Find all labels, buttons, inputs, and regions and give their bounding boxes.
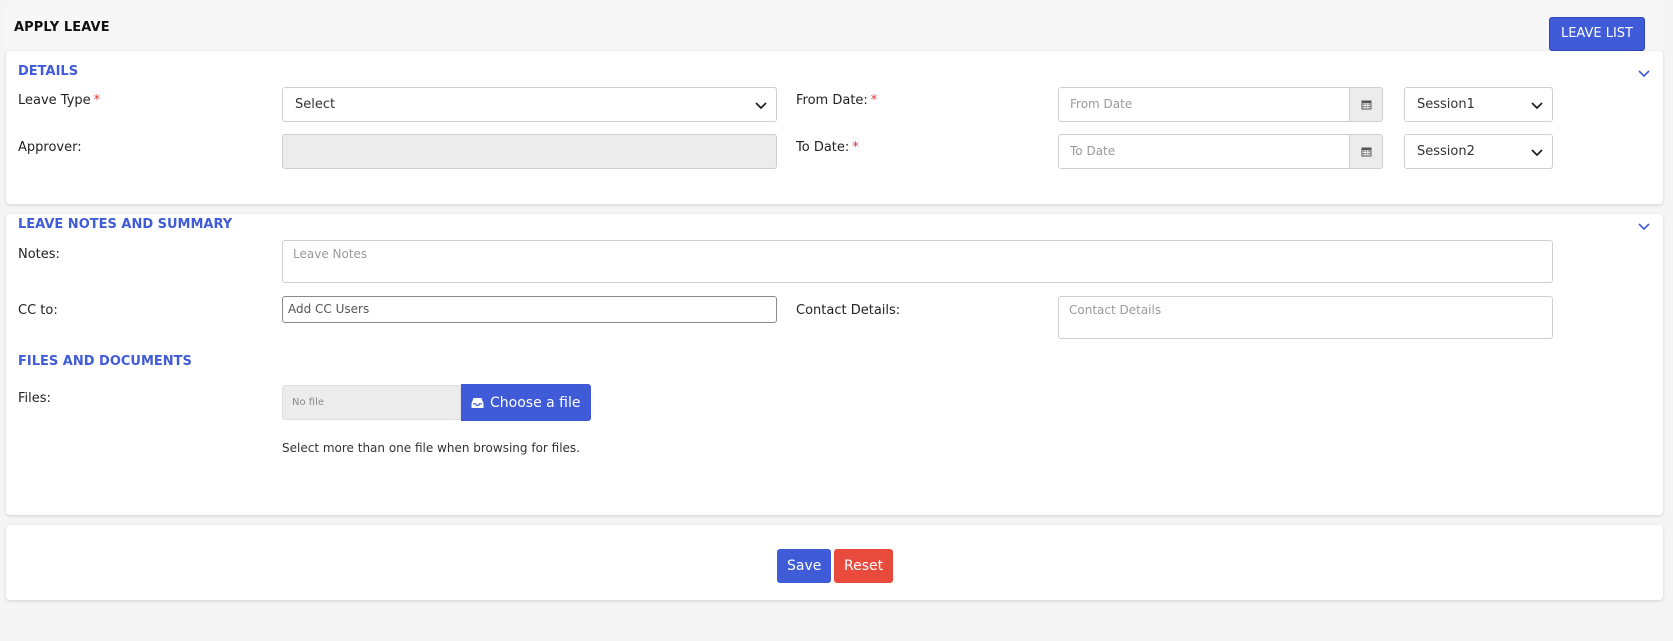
- reset-button[interactable]: Reset: [834, 549, 894, 583]
- leave-list-button[interactable]: LEAVE LIST: [1548, 17, 1645, 51]
- notes-section-title: LEAVE NOTES AND SUMMARY: [18, 217, 233, 232]
- actions-card: Save Reset: [6, 525, 1663, 600]
- to-date-calendar-button[interactable]: [1350, 134, 1383, 169]
- chevron-down-icon[interactable]: [1637, 219, 1651, 233]
- from-date-input[interactable]: From Date: [1058, 87, 1350, 122]
- approver-field: [282, 134, 777, 169]
- page: APPLY LEAVE LEAVE LIST DETAILS Leave Typ…: [0, 0, 1673, 641]
- from-session-value: Session1: [1417, 97, 1475, 112]
- from-date-calendar-button[interactable]: [1350, 87, 1383, 122]
- contact-details-textarea[interactable]: Contact Details: [1058, 296, 1553, 339]
- leave-type-value: Select: [295, 97, 336, 112]
- cc-users-input[interactable]: Add CC Users: [282, 296, 777, 323]
- file-name-field: No file: [282, 385, 461, 420]
- contact-details-label: Contact Details:: [796, 303, 901, 318]
- details-card: DETAILS Leave Type * Select From Date: * F…: [6, 51, 1663, 204]
- chevron-down-icon: [1531, 102, 1543, 110]
- approver-label: Approver:: [18, 140, 82, 155]
- choose-file-label: Choose a file: [490, 394, 581, 411]
- to-session-value: Session2: [1417, 144, 1475, 159]
- details-section-title: DETAILS: [18, 64, 79, 79]
- notes-card: LEAVE NOTES AND SUMMARY Notes: Leave Not…: [6, 214, 1663, 515]
- from-date-label: From Date: *: [796, 93, 878, 108]
- chevron-down-icon[interactable]: [1637, 66, 1651, 80]
- page-title: APPLY LEAVE: [14, 20, 110, 35]
- leave-type-label: Leave Type *: [18, 93, 101, 108]
- cc-label: CC to:: [18, 303, 58, 318]
- files-label: Files:: [18, 391, 51, 406]
- header-bar: APPLY LEAVE LEAVE LIST: [5, 6, 1663, 51]
- save-button[interactable]: Save: [777, 549, 832, 583]
- file-name-value: No file: [292, 397, 325, 408]
- calendar-icon: [1361, 100, 1371, 110]
- notes-label: Notes:: [18, 247, 60, 262]
- files-section-title: FILES AND DOCUMENTS: [18, 354, 192, 369]
- choose-file-button[interactable]: Choose a file: [461, 384, 591, 421]
- chevron-down-icon: [1531, 149, 1543, 157]
- from-session-select[interactable]: Session1: [1404, 87, 1553, 122]
- notes-placeholder: Leave Notes: [293, 247, 368, 261]
- from-date-placeholder: From Date: [1070, 97, 1133, 111]
- files-hint: Select more than one file when browsing …: [282, 441, 580, 455]
- cc-placeholder: Add CC Users: [288, 302, 370, 316]
- to-date-label: To Date: *: [796, 140, 859, 155]
- calendar-icon: [1361, 147, 1371, 157]
- to-date-input[interactable]: To Date: [1058, 134, 1350, 169]
- inbox-icon: [471, 397, 484, 408]
- to-date-placeholder: To Date: [1070, 144, 1116, 158]
- to-session-select[interactable]: Session2: [1404, 134, 1553, 169]
- chevron-down-icon: [755, 102, 767, 110]
- notes-textarea[interactable]: Leave Notes: [282, 240, 1553, 283]
- contact-placeholder: Contact Details: [1069, 303, 1162, 317]
- leave-type-select[interactable]: Select: [282, 87, 777, 122]
